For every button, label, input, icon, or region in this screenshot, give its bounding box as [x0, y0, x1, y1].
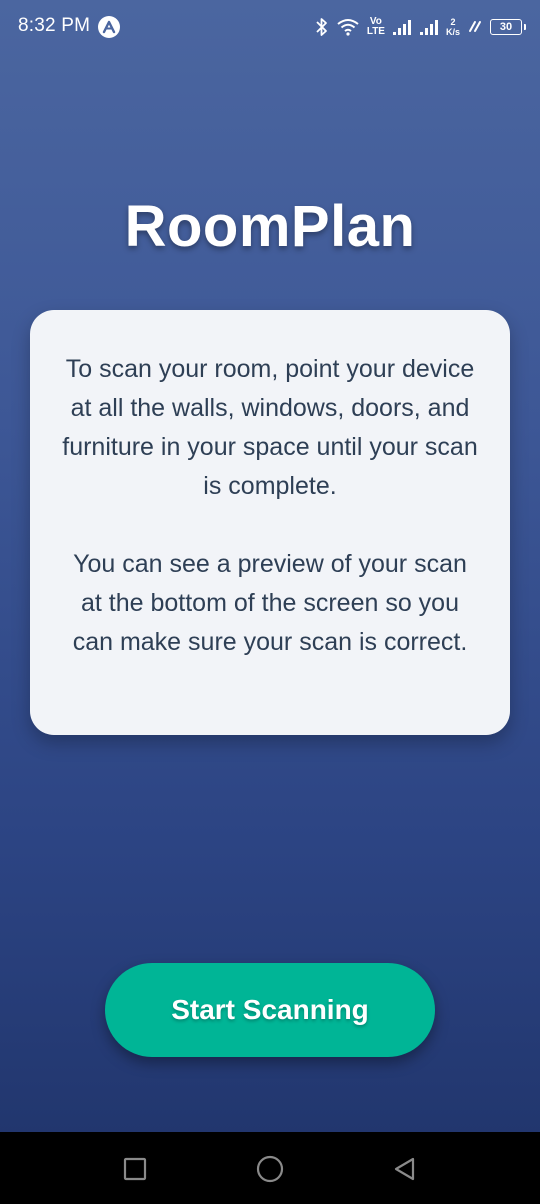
- screen: 8:32 PM Vo LTE 2 K/s 30 RoomPlan To scan…: [0, 0, 540, 1204]
- instructions-card: To scan your room, point your device at …: [30, 310, 510, 735]
- system-navigation-bar: [0, 1132, 540, 1204]
- square-recents-icon[interactable]: [120, 1154, 150, 1184]
- start-scanning-button[interactable]: Start Scanning: [105, 963, 435, 1057]
- network-speed-unit: K/s: [445, 27, 460, 37]
- status-icons: Vo LTE 2 K/s 30: [315, 14, 526, 40]
- triangle-back-icon[interactable]: [390, 1154, 420, 1184]
- circle-home-icon[interactable]: [255, 1154, 285, 1184]
- instructions-paragraph-2: You can see a preview of your scan at th…: [72, 550, 468, 656]
- status-bar: 8:32 PM Vo LTE 2 K/s 30: [0, 0, 540, 56]
- network-speed: 2 K/s: [446, 17, 460, 37]
- network-speed-value: 2: [450, 17, 456, 27]
- status-time: 8:32 PM: [18, 15, 91, 36]
- app-title: RoomPlan: [124, 194, 416, 259]
- bluetooth-icon: [315, 16, 329, 38]
- battery-indicator: 30: [490, 19, 526, 35]
- signal-icon-sim2: [419, 18, 439, 36]
- volte-bottom-label: LTE: [366, 26, 385, 37]
- signal-icon-sim1: [392, 18, 412, 36]
- instructions-paragraph-1: To scan your room, point your device at …: [62, 355, 478, 500]
- a-logo-icon: [98, 16, 120, 38]
- wifi-icon: [336, 17, 360, 37]
- volte-indicator: Vo LTE: [367, 17, 385, 37]
- charging-icon: [467, 19, 483, 35]
